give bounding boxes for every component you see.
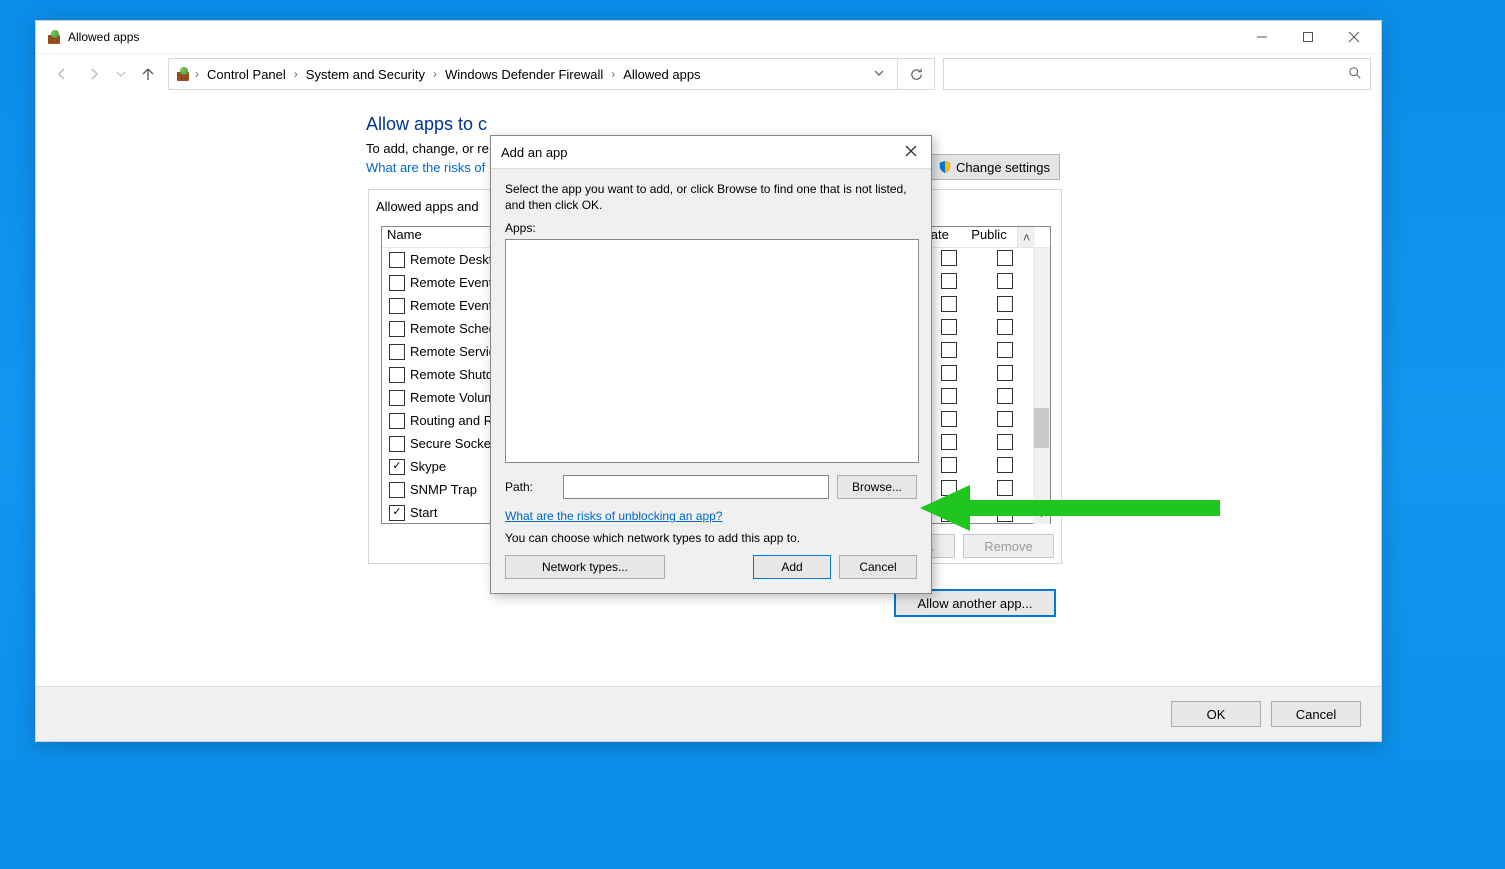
breadcrumb-system-security[interactable]: System and Security	[302, 67, 429, 82]
navbar: › Control Panel › System and Security › …	[36, 54, 1381, 94]
public-checkbox[interactable]	[977, 273, 1033, 292]
public-checkbox[interactable]	[977, 411, 1033, 430]
up-button[interactable]	[136, 62, 160, 86]
app-checkbox[interactable]	[389, 252, 405, 268]
forward-button[interactable]	[82, 62, 106, 86]
change-settings-button[interactable]: Change settings	[928, 154, 1060, 180]
public-checkbox[interactable]	[977, 457, 1033, 476]
path-label: Path:	[505, 480, 555, 494]
maximize-button[interactable]	[1285, 21, 1331, 53]
app-checkbox[interactable]	[389, 459, 405, 475]
dialog-title: Add an app	[501, 145, 568, 160]
public-checkbox[interactable]	[977, 388, 1033, 407]
firewall-icon	[46, 29, 62, 45]
ok-button[interactable]: OK	[1171, 701, 1261, 727]
address-dropdown-icon[interactable]	[867, 67, 891, 82]
footer: OK Cancel	[36, 686, 1381, 741]
app-checkbox[interactable]	[389, 482, 405, 498]
search-icon	[1348, 66, 1362, 83]
shield-icon	[938, 160, 952, 174]
public-checkbox[interactable]	[977, 319, 1033, 338]
app-checkbox[interactable]	[389, 367, 405, 383]
dialog-titlebar: Add an app	[491, 136, 931, 169]
column-public[interactable]: Public	[961, 227, 1017, 247]
scroll-thumb[interactable]	[1034, 408, 1049, 448]
vertical-scrollbar[interactable]: ˅	[1033, 248, 1050, 524]
scroll-up-icon[interactable]: ˄	[1017, 227, 1035, 247]
breadcrumb-control-panel[interactable]: Control Panel	[203, 67, 290, 82]
network-hint: You can choose which network types to ad…	[505, 531, 917, 545]
public-checkbox[interactable]	[977, 504, 1033, 522]
group-label: Allowed apps and	[376, 199, 479, 214]
cancel-button[interactable]: Cancel	[1271, 701, 1361, 727]
address-bar[interactable]: › Control Panel › System and Security › …	[168, 58, 898, 90]
close-button[interactable]	[1331, 21, 1377, 53]
public-checkbox[interactable]	[977, 365, 1033, 384]
apps-listbox[interactable]	[505, 239, 919, 463]
public-checkbox[interactable]	[977, 250, 1033, 269]
network-types-button[interactable]: Network types...	[505, 555, 665, 579]
app-checkbox[interactable]	[389, 298, 405, 314]
dialog-close-button[interactable]	[901, 141, 921, 164]
app-checkbox[interactable]	[389, 436, 405, 452]
app-checkbox[interactable]	[389, 505, 405, 521]
chevron-right-icon[interactable]: ›	[431, 67, 439, 81]
search-input[interactable]	[943, 58, 1371, 90]
app-checkbox[interactable]	[389, 344, 405, 360]
app-checkbox[interactable]	[389, 413, 405, 429]
apps-label: Apps:	[505, 221, 917, 235]
back-button[interactable]	[50, 62, 74, 86]
titlebar: Allowed apps	[36, 21, 1381, 54]
add-button[interactable]: Add	[753, 555, 831, 579]
breadcrumb-firewall[interactable]: Windows Defender Firewall	[441, 67, 607, 82]
app-checkbox[interactable]	[389, 390, 405, 406]
app-checkbox[interactable]	[389, 275, 405, 291]
public-checkbox[interactable]	[977, 480, 1033, 499]
page-heading: Allow apps to c	[366, 114, 1381, 135]
recent-dropdown-icon[interactable]	[114, 62, 128, 86]
public-checkbox[interactable]	[977, 296, 1033, 315]
chevron-right-icon[interactable]: ›	[609, 67, 617, 81]
remove-button[interactable]: Remove	[963, 534, 1054, 558]
risks-link[interactable]: What are the risks of unblocking an app?	[505, 509, 722, 523]
app-checkbox[interactable]	[389, 321, 405, 337]
dialog-instruction: Select the app you want to add, or click…	[505, 181, 917, 213]
chevron-right-icon[interactable]: ›	[292, 67, 300, 81]
public-checkbox[interactable]	[977, 434, 1033, 453]
chevron-right-icon[interactable]: ›	[193, 67, 201, 81]
window-title: Allowed apps	[68, 30, 139, 44]
public-checkbox[interactable]	[977, 342, 1033, 361]
add-app-dialog: Add an app Select the app you want to ad…	[490, 135, 932, 594]
browse-button[interactable]: Browse...	[837, 475, 917, 499]
path-input[interactable]	[563, 475, 829, 499]
change-settings-label: Change settings	[956, 160, 1050, 175]
firewall-icon	[175, 66, 191, 82]
scroll-down-icon[interactable]: ˅	[1033, 507, 1050, 524]
refresh-button[interactable]	[898, 58, 935, 90]
dialog-cancel-button[interactable]: Cancel	[839, 555, 917, 579]
breadcrumb-allowed-apps[interactable]: Allowed apps	[619, 67, 704, 82]
minimize-button[interactable]	[1239, 21, 1285, 53]
